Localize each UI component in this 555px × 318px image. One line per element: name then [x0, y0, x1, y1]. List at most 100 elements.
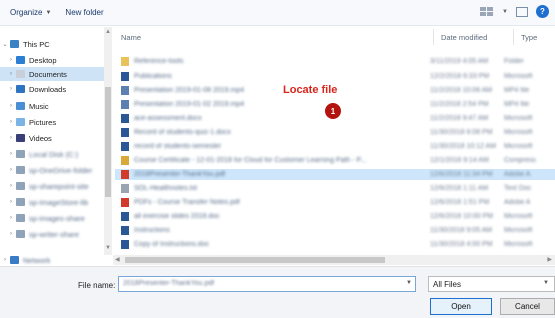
view-options-icon[interactable]	[480, 6, 494, 17]
collapsed-chevron-icon[interactable]: ›	[6, 135, 16, 141]
chevron-down-icon: ▼	[543, 280, 549, 286]
file-row[interactable]: record of students-semester 11/30/2018 1…	[115, 141, 555, 152]
nav-item-network-drive[interactable]: › sp-ImageStore-lib	[0, 195, 104, 209]
file-date: 11/2/2018 10:06 AM	[430, 87, 493, 94]
nav-item-network-drive[interactable]: › sp-sharepoint-site	[0, 179, 104, 193]
file-type: MP4 file	[504, 87, 530, 94]
word-doc-icon	[121, 128, 129, 137]
collapsed-chevron-icon[interactable]: ›	[6, 57, 16, 63]
nav-item-network-drive[interactable]: › sp-writer-share	[0, 227, 104, 241]
video-file-icon	[121, 86, 129, 95]
zip-file-icon	[121, 156, 129, 165]
file-type: Microsoft	[504, 73, 533, 80]
file-row[interactable]: Course Certificate - 12-01-2018 for Clou…	[115, 155, 555, 166]
horizontal-scrollbar[interactable]: ◀ ▶	[113, 255, 555, 265]
cancel-button[interactable]: Cancel	[500, 298, 555, 315]
file-type: Microsoft	[504, 115, 533, 122]
collapsed-chevron-icon[interactable]: ›	[0, 257, 10, 263]
collapsed-chevron-icon[interactable]: ›	[6, 103, 16, 109]
column-divider[interactable]	[513, 29, 514, 45]
documents-icon	[16, 70, 25, 78]
network-icon	[10, 256, 19, 264]
collapsed-chevron-icon[interactable]: ›	[6, 199, 16, 205]
scroll-thumb[interactable]	[105, 87, 111, 197]
filename-value: 2018Presenter-ThankYou.pdf	[123, 280, 215, 287]
nav-item-label: sp-OneDrive-folder	[29, 165, 93, 175]
file-type: Microsoft	[504, 227, 533, 234]
file-name: record of students-semester	[134, 143, 222, 150]
filename-input[interactable]: 2018Presenter-ThankYou.pdf ▼	[118, 276, 416, 292]
drive-icon	[16, 150, 25, 158]
file-row[interactable]: Copy of Instructions.doc 11/30/2018 4:00…	[115, 239, 555, 250]
nav-item-desktop[interactable]: › Desktop	[0, 53, 104, 67]
collapsed-chevron-icon[interactable]: ›	[6, 183, 16, 189]
organize-button[interactable]: Organize ▼	[10, 8, 51, 17]
word-doc-icon	[121, 240, 129, 249]
file-type: Adobe A	[504, 199, 531, 206]
file-name: Record of students-quiz-1.docx	[134, 129, 231, 136]
column-header-type[interactable]: Type	[521, 33, 537, 42]
file-name: Presentation 2019-01-02 2019.mp4	[134, 101, 245, 108]
help-icon[interactable]: ?	[536, 5, 549, 18]
video-file-icon	[121, 100, 129, 109]
nav-item-label: Videos	[29, 133, 52, 143]
scroll-left-icon[interactable]: ◀	[115, 256, 120, 263]
nav-item-music[interactable]: › Music	[0, 99, 104, 113]
new-folder-button[interactable]: New folder	[65, 8, 103, 17]
cancel-button-label: Cancel	[515, 302, 540, 311]
file-row-selected[interactable]: 2018Presenter-ThankYou.pdf 12/6/2018 11:…	[115, 169, 555, 180]
collapsed-chevron-icon[interactable]: ›	[6, 231, 16, 237]
nav-item-label: Documents	[29, 69, 67, 79]
collapsed-chevron-icon[interactable]: ›	[6, 167, 16, 173]
collapsed-chevron-icon[interactable]: ›	[6, 71, 16, 77]
nav-item-network-drive[interactable]: › sp-images-share	[0, 211, 104, 225]
nav-item-downloads[interactable]: › Downloads	[0, 82, 104, 96]
nav-item-documents[interactable]: › Documents	[0, 67, 104, 81]
file-type-filter[interactable]: All Files ▼	[428, 276, 555, 292]
collapsed-chevron-icon[interactable]: ›	[6, 151, 16, 157]
scroll-right-icon[interactable]: ▶	[547, 256, 552, 263]
collapsed-chevron-icon[interactable]: ›	[6, 86, 16, 92]
expand-chevron-icon[interactable]: ⌄	[0, 41, 10, 48]
chevron-down-icon[interactable]: ▼	[502, 9, 508, 15]
file-name: 2018Presenter-ThankYou.pdf	[134, 171, 226, 178]
collapsed-chevron-icon[interactable]: ›	[6, 119, 16, 125]
column-header-name[interactable]: Name	[121, 33, 141, 42]
file-row[interactable]: all exercise slides 2018.doc 12/6/2018 1…	[115, 211, 555, 222]
file-row[interactable]: SOL-Healthnotes.txt 12/6/2018 1:11 AM Te…	[115, 183, 555, 194]
nav-item-videos[interactable]: › Videos	[0, 131, 104, 145]
file-row[interactable]: Record of students-quiz-1.docx 11/30/201…	[115, 127, 555, 138]
file-row[interactable]: Reference-tools 3/11/2019 4:05 AM Folder	[115, 56, 555, 67]
nav-scrollbar[interactable]: ▲ ▼	[104, 27, 112, 255]
file-type: Text Doc	[504, 185, 532, 192]
file-open-dialog: Organize ▼ New folder ▼ ? ⌄ This PC › De…	[0, 0, 555, 318]
column-header-date[interactable]: Date modified	[441, 33, 487, 42]
folder-icon	[121, 57, 129, 66]
column-divider[interactable]	[433, 29, 434, 45]
file-row[interactable]: PDFs - Course Transfer Notes.pdf 12/6/20…	[115, 197, 555, 208]
file-date: 12/2/2018 6:33 PM	[430, 73, 490, 80]
computer-icon	[10, 40, 19, 48]
nav-item-this-pc[interactable]: ⌄ This PC	[0, 37, 104, 51]
nav-item-network[interactable]: › Network	[0, 253, 104, 267]
file-name: Reference-tools	[134, 58, 184, 65]
toolbar-right: ▼ ?	[480, 5, 549, 18]
file-row[interactable]: Instructions 11/30/2018 9:05 AM Microsof…	[115, 225, 555, 236]
scroll-down-icon[interactable]: ▼	[104, 245, 112, 251]
file-name: Copy of Instructions.doc	[134, 241, 210, 248]
preview-pane-icon[interactable]	[516, 6, 528, 17]
collapsed-chevron-icon[interactable]: ›	[6, 215, 16, 221]
file-type: Microsoft	[504, 241, 533, 248]
nav-item-pictures[interactable]: › Pictures	[0, 115, 104, 129]
nav-item-local-disk[interactable]: › Local Disk (C:)	[0, 147, 104, 161]
scroll-thumb[interactable]	[125, 257, 385, 263]
scroll-up-icon[interactable]: ▲	[104, 29, 112, 35]
music-icon	[16, 102, 25, 110]
nav-item-network-drive[interactable]: › sp-OneDrive-folder	[0, 163, 104, 177]
dialog-footer: File name: 2018Presenter-ThankYou.pdf ▼ …	[0, 266, 555, 318]
file-name: Course Certificate - 12-01-2018 for Clou…	[134, 157, 367, 164]
open-button[interactable]: Open	[430, 298, 492, 315]
chevron-down-icon: ▼	[45, 9, 52, 16]
file-row[interactable]: Publications 12/2/2018 6:33 PM Microsoft	[115, 71, 555, 82]
chevron-down-icon[interactable]: ▼	[406, 280, 412, 286]
